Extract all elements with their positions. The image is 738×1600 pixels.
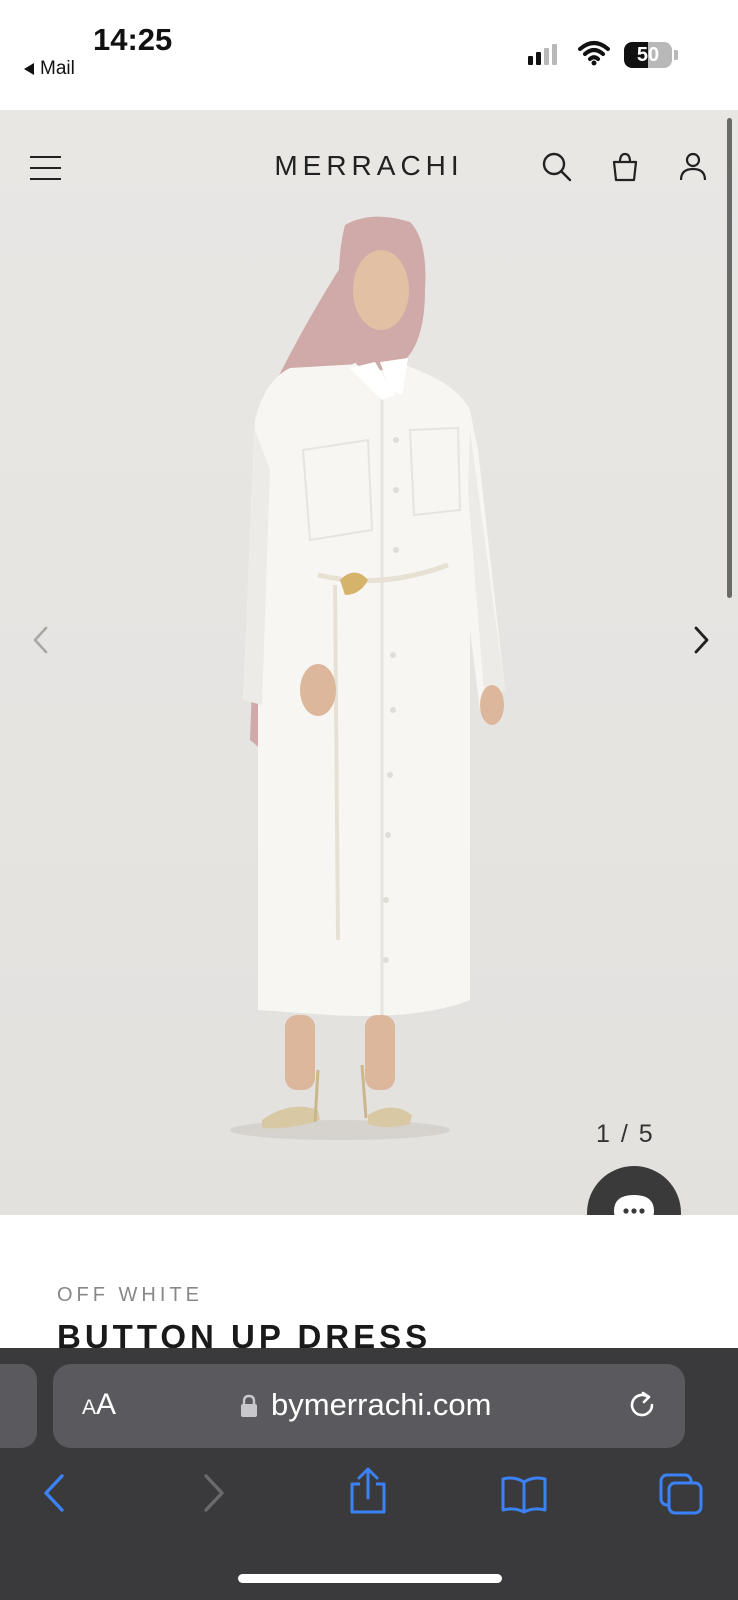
status-bar: 14:25 Mail 50 bbox=[0, 0, 738, 110]
product-image-carousel[interactable] bbox=[0, 110, 738, 1215]
back-triangle-icon bbox=[24, 63, 34, 75]
cellular-signal-icon bbox=[528, 44, 557, 65]
lock-icon bbox=[241, 1394, 257, 1417]
tabs-icon[interactable] bbox=[658, 1472, 704, 1516]
browser-forward-icon[interactable] bbox=[198, 1472, 228, 1514]
product-photo bbox=[230, 216, 505, 1140]
battery-icon: 50 bbox=[624, 42, 672, 68]
share-icon[interactable] bbox=[346, 1466, 390, 1516]
home-indicator[interactable] bbox=[238, 1574, 502, 1583]
back-app-label: Mail bbox=[40, 58, 75, 79]
reload-icon[interactable] bbox=[626, 1389, 658, 1421]
product-color: OFF WHITE bbox=[57, 1284, 203, 1306]
text-size-button[interactable]: AA bbox=[82, 1388, 116, 1422]
search-icon[interactable] bbox=[540, 150, 574, 184]
previous-tab-peek[interactable] bbox=[0, 1364, 37, 1448]
browser-back-icon[interactable] bbox=[40, 1472, 70, 1514]
wifi-icon bbox=[578, 41, 610, 66]
bag-icon[interactable] bbox=[608, 150, 642, 184]
back-to-mail-button[interactable]: Mail bbox=[24, 58, 75, 80]
battery-level: 50 bbox=[636, 44, 660, 66]
carousel-counter: 1 / 5 bbox=[596, 1120, 655, 1148]
carousel-next-icon[interactable] bbox=[686, 622, 716, 658]
account-icon[interactable] bbox=[676, 150, 710, 184]
url-text[interactable]: bymerrachi.com bbox=[271, 1387, 492, 1423]
status-time: 14:25 bbox=[93, 22, 173, 57]
bookmarks-icon[interactable] bbox=[500, 1474, 548, 1514]
carousel-prev-icon[interactable] bbox=[26, 622, 56, 658]
battery-cap bbox=[674, 50, 678, 60]
